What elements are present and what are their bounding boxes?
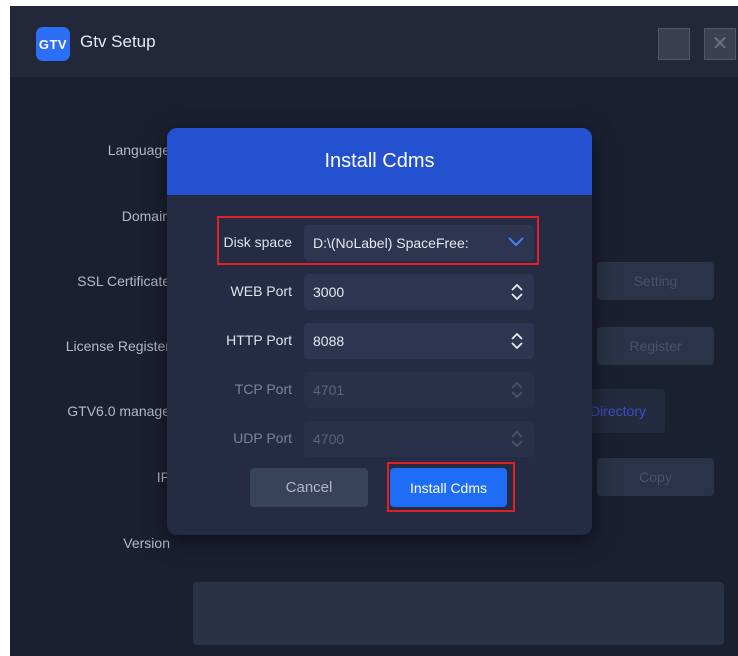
copy-button[interactable]: Copy [597,458,714,496]
web-port-input[interactable]: 3000 [304,274,534,310]
directory-label: Directory [590,403,647,419]
dialog-title: Install Cdms [324,150,435,172]
stepper-icon [511,381,523,399]
install-cdms-dialog: Install Cdms Disk space D:\(NoLabel) Spa… [167,128,592,535]
language-label: Language [107,142,170,158]
ssl-certificate-label: SSL Certificate [77,273,170,289]
directory-button[interactable]: Directory [590,389,665,433]
close-button[interactable]: ✕ [704,28,736,60]
gtv-manage-label: GTV6.0 manage [67,403,170,419]
http-port-value: 8088 [313,333,345,349]
version-label: Version [123,535,170,551]
disk-space-value: D:\(NoLabel) SpaceFree: [313,235,469,251]
tcp-port-label: TCP Port [234,381,292,397]
minimize-button[interactable] [658,28,690,60]
app-title: Gtv Setup [80,32,156,51]
stepper-icon[interactable] [510,332,524,350]
cancel-button[interactable]: Cancel [250,468,368,507]
install-cdms-button[interactable]: Install Cdms [390,468,507,507]
setting-button[interactable]: Setting [597,262,714,300]
title-bar: GTV Gtv Setup ✕ [10,6,738,77]
license-register-label: License Register [65,338,170,354]
udp-port-value: 4700 [313,431,345,447]
disk-space-label: Disk space [223,234,292,250]
web-port-value: 3000 [313,284,345,300]
tcp-port-input: 4701 [304,372,534,408]
stepper-icon[interactable] [510,283,524,301]
chevron-down-icon[interactable] [508,237,524,247]
web-port-label: WEB Port [230,283,292,299]
ip-label: IP [156,469,170,485]
disk-space-select[interactable]: D:\(NoLabel) SpaceFree: [304,225,534,261]
output-panel [193,582,724,645]
dialog-header: Install Cdms [167,128,592,195]
domain-label: Domain [121,208,170,224]
app-logo: GTV [36,27,70,61]
udp-port-label: UDP Port [233,430,292,446]
stepper-icon [511,430,523,448]
close-icon: ✕ [711,33,729,55]
tcp-port-value: 4701 [313,382,345,398]
udp-port-input: 4700 [304,421,534,457]
http-port-label: HTTP Port [226,332,292,348]
http-port-input[interactable]: 8088 [304,323,534,359]
register-button[interactable]: Register [597,327,714,365]
